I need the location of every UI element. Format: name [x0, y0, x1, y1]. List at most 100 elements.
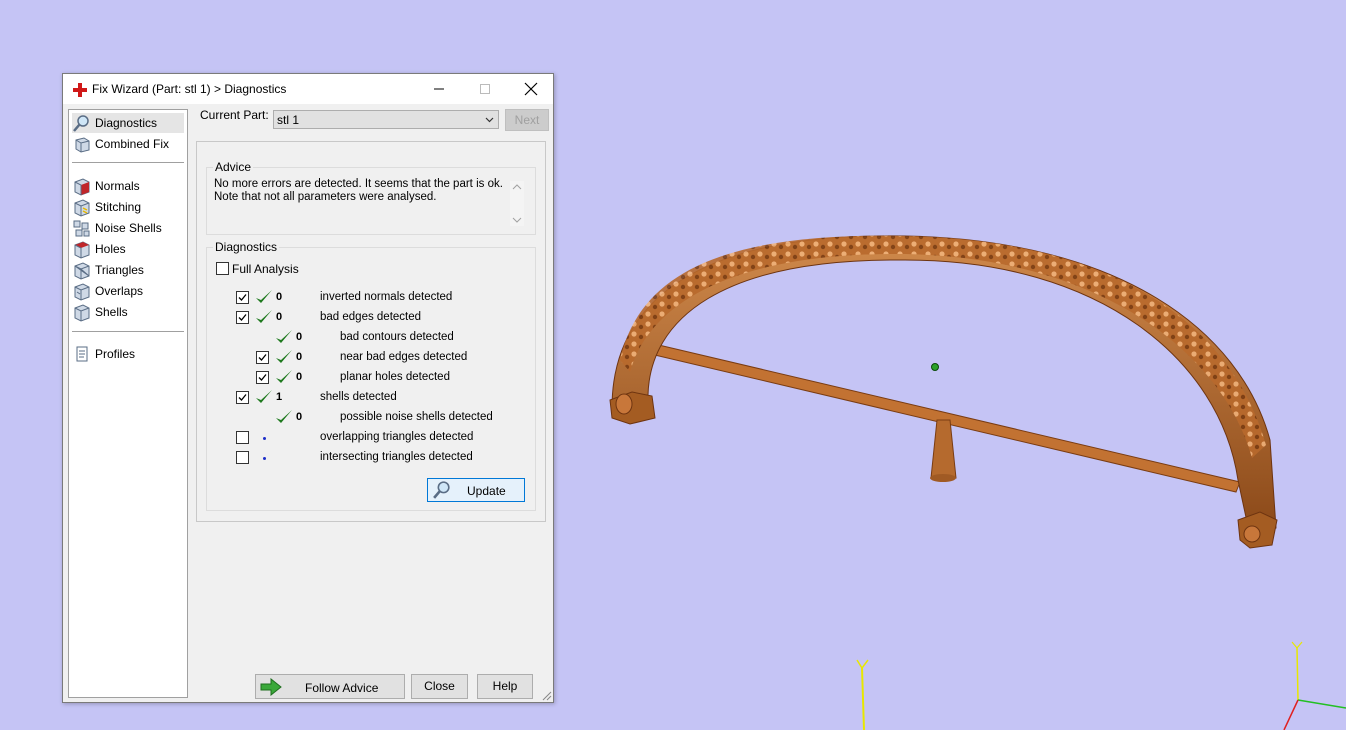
not-analysed-dot: [263, 457, 266, 460]
magnifier-icon: [73, 114, 89, 132]
full-analysis-checkbox[interactable]: [216, 262, 229, 275]
planar-holes-count: 0: [296, 371, 303, 383]
ok-check-icon: [256, 290, 272, 303]
ok-check-icon: [256, 310, 272, 323]
wizard-sidebar: Diagnostics Combined Fix Normals Stitchi…: [68, 109, 188, 698]
close-window-button[interactable]: [508, 74, 554, 104]
triangles-cube-icon: [74, 261, 90, 280]
window-title: Fix Wizard (Part: stl 1) > Diagnostics: [92, 82, 287, 96]
maximize-icon: [480, 84, 490, 94]
scroll-up-icon: [512, 184, 522, 190]
scroll-down-icon: [512, 217, 522, 223]
noise-shells-label: possible noise shells detected: [340, 411, 493, 423]
sidebar-item-diagnostics[interactable]: Diagnostics: [72, 113, 184, 133]
bad-edges-checkbox[interactable]: [236, 311, 249, 324]
follow-advice-button[interactable]: Follow Advice: [255, 674, 405, 699]
checkmark-icon: [238, 394, 247, 401]
update-button[interactable]: Update: [427, 478, 525, 502]
checkmark-icon: [258, 374, 267, 381]
sidebar-item-stitching[interactable]: Stitching: [72, 197, 141, 217]
ok-check-icon: [276, 410, 292, 423]
title-bar: Fix Wizard (Part: stl 1) > Diagnostics: [63, 74, 553, 104]
full-analysis-label: Full Analysis: [232, 262, 299, 276]
planar-holes-checkbox[interactable]: [256, 371, 269, 384]
close-icon: [524, 82, 538, 96]
sidebar-item-label: Overlaps: [95, 284, 144, 298]
sidebar-item-normals[interactable]: Normals: [72, 176, 140, 196]
resize-grip-icon[interactable]: [542, 691, 552, 701]
bad-contours-label: bad contours detected: [340, 331, 454, 343]
checkmark-icon: [258, 354, 267, 361]
current-part-value: stl 1: [277, 113, 300, 127]
cube-icon: [75, 136, 90, 153]
sidebar-item-overlaps[interactable]: Overlaps: [72, 281, 143, 301]
advice-text: No more errors are detected. It seems th…: [214, 178, 503, 203]
advice-title: Advice: [213, 160, 254, 174]
chevron-down-icon: [485, 117, 494, 123]
maximize-button[interactable]: [462, 74, 508, 104]
sidebar-item-noise-shells[interactable]: Noise Shells: [72, 218, 162, 238]
sidebar-item-label: Normals: [95, 179, 140, 193]
shells-label: shells detected: [320, 391, 397, 403]
model-arch: [609, 235, 1278, 549]
sidebar-item-label: Stitching: [95, 200, 142, 214]
bad-contours-count: 0: [296, 331, 303, 343]
shells-count: 1: [276, 391, 283, 403]
normals-cube-icon: [74, 177, 90, 196]
magnifier-icon: [433, 481, 450, 499]
follow-advice-label: Follow Advice: [305, 681, 379, 695]
model-bar: [641, 341, 1241, 493]
bad-edges-count: 0: [276, 311, 283, 323]
help-button[interactable]: Help: [477, 674, 533, 699]
minimize-icon: [434, 88, 444, 90]
bad-edges-label: bad edges detected: [320, 311, 422, 323]
minimize-button[interactable]: [416, 74, 462, 104]
current-part-select[interactable]: stl 1: [273, 110, 499, 129]
rotation-center-marker[interactable]: [931, 363, 939, 371]
inverted-normals-label: inverted normals detected: [320, 291, 453, 303]
sidebar-divider: [72, 162, 184, 163]
advice-scrollbar[interactable]: [510, 181, 524, 226]
noise-shells-count: 0: [296, 411, 303, 423]
planar-holes-label: planar holes detected: [340, 371, 450, 383]
ok-check-icon: [256, 390, 272, 403]
inverted-normals-checkbox[interactable]: [236, 291, 249, 304]
axis-indicator-left: [856, 659, 869, 730]
sidebar-item-shells[interactable]: Shells: [72, 302, 128, 322]
sidebar-item-combined-fix[interactable]: Combined Fix: [72, 134, 169, 154]
checkmark-icon: [238, 314, 247, 321]
next-button[interactable]: Next: [505, 109, 549, 131]
shells-checkbox[interactable]: [236, 391, 249, 404]
sidebar-divider: [72, 331, 184, 332]
sidebar-item-label: Shells: [95, 305, 128, 319]
inverted-normals-count: 0: [276, 291, 283, 303]
sidebar-item-profiles[interactable]: Profiles: [72, 344, 135, 364]
shells-cube-icon: [74, 303, 90, 322]
not-analysed-dot: [263, 437, 266, 440]
near-bad-edges-label: near bad edges detected: [340, 351, 468, 363]
app-logo-icon: [73, 83, 87, 97]
arrow-right-icon: [260, 678, 282, 696]
noise-shells-icon: [73, 220, 90, 236]
overlapping-triangles-checkbox[interactable]: [236, 431, 249, 444]
sidebar-item-holes[interactable]: Holes: [72, 239, 126, 259]
sidebar-item-triangles[interactable]: Triangles: [72, 260, 144, 280]
overlapping-triangles-label: overlapping triangles detected: [320, 431, 474, 443]
near-bad-edges-checkbox[interactable]: [256, 351, 269, 364]
holes-cube-icon: [74, 240, 90, 259]
sidebar-item-label: Combined Fix: [95, 137, 170, 151]
current-part-label: Current Part:: [200, 108, 269, 122]
sidebar-item-label: Noise Shells: [95, 221, 162, 235]
update-label: Update: [467, 484, 506, 498]
intersecting-triangles-checkbox[interactable]: [236, 451, 249, 464]
diagnostics-title: Diagnostics: [213, 240, 280, 254]
close-button[interactable]: Close: [411, 674, 468, 699]
checkmark-icon: [238, 294, 247, 301]
sidebar-item-label: Triangles: [95, 263, 144, 277]
sidebar-item-label: Diagnostics: [95, 116, 158, 130]
overlaps-cube-icon: [74, 282, 90, 301]
stitching-cube-icon: [74, 198, 90, 217]
intersecting-triangles-label: intersecting triangles detected: [320, 451, 473, 463]
ok-check-icon: [276, 330, 292, 343]
axis-triad: [1283, 641, 1346, 730]
